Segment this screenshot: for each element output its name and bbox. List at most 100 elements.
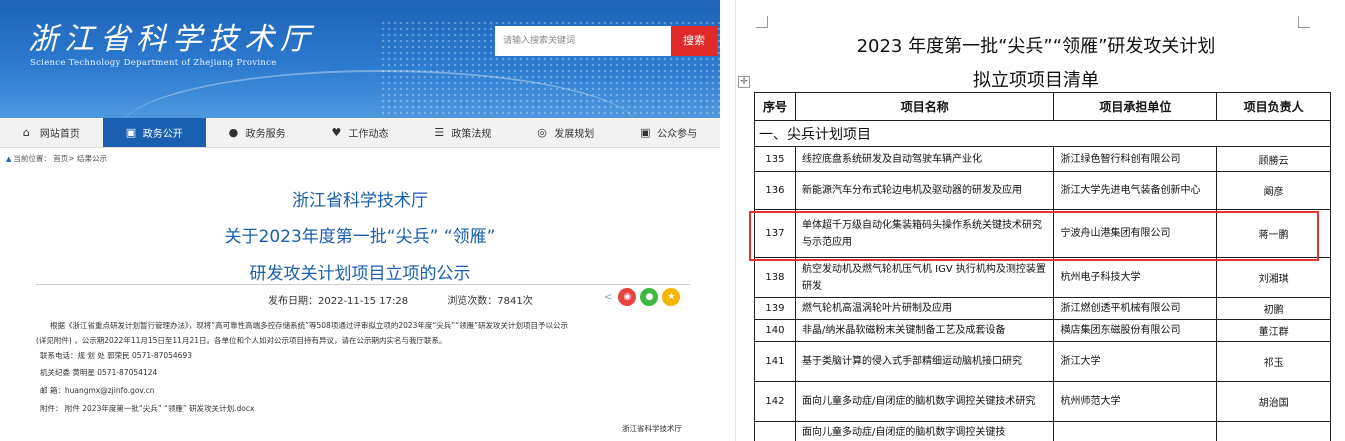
view-count: 浏览次数：7841次	[447, 296, 533, 307]
nav-item-public-participation[interactable]: ▣ 公众参与	[617, 118, 720, 147]
document-title: 2023 年度第一批“尖兵”“领雁”研发攻关计划	[856, 36, 1216, 57]
cell-unit: 杭州师范大学	[1053, 381, 1218, 422]
section-title: 一、尖兵计划项目	[754, 120, 1331, 147]
nav-item-planning[interactable]: ◎ 发展规划	[514, 118, 617, 147]
location-icon: ▲	[6, 155, 12, 163]
contact-phone: 联系电话：规 划 处 郭荣民 0571-87054693	[40, 351, 193, 360]
nav-item-work-news[interactable]: ♥ 工作动态	[309, 118, 412, 147]
article-title-line-1: 关于2023年度第一批“尖兵” “领雁”	[224, 227, 496, 247]
header-num: 序号	[754, 92, 796, 121]
website-panel: 浙江省科学技术厅 Science Technology Department o…	[0, 0, 720, 441]
header-name: 项目名称	[794, 92, 1055, 121]
article-title-org: 浙江省科学技术厅	[292, 191, 428, 211]
main-nav: ⌂ 网站首页 ▣ 政务公开 ● 政务服务 ♥ 工作动态 ☰ 政策法规 ◎ 发展规划 ▣ 公众参…	[0, 118, 720, 148]
cell-unit: 横店集团东磁股份有限公司	[1053, 319, 1218, 342]
table-row: 136 新能源汽车分布式轮边电机及驱动器的研发及应用 浙江大学先进电气装备创新中…	[754, 171, 1331, 210]
document-subtitle: 拟立项项目清单	[973, 70, 1099, 91]
cell-name: 新能源汽车分布式轮边电机及驱动器的研发及应用	[794, 171, 1055, 210]
document-icon: ▣	[125, 126, 137, 139]
people-icon: ▣	[640, 126, 651, 139]
weibo-icon[interactable]: ◉	[618, 288, 637, 306]
home-icon: ⌂	[22, 126, 30, 139]
site-logo[interactable]: 浙江省科学技术厅	[28, 14, 316, 58]
document-panel: ✛ 2023 年度第一批“尖兵”“领雁”研发攻关计划 拟立项项目清单 序号 项目…	[735, 0, 1345, 441]
article-title-line-2: 研发攻关计划项目立项的公示	[249, 264, 471, 284]
nav-item-policies[interactable]: ☰ 政策法规	[411, 118, 514, 147]
nav-label: 政务服务	[245, 129, 286, 140]
cell-num: 142	[754, 381, 796, 422]
cell-num: 138	[754, 257, 796, 298]
cell-unit: 浙江大学	[1053, 341, 1218, 382]
contact-discipline: 机关纪委 黄明星 0571-87054124	[40, 368, 158, 377]
cell-num: 137	[754, 209, 796, 258]
site-logo-english: Science Technology Department of Zhejian…	[30, 58, 277, 68]
site-banner: 浙江省科学技术厅 Science Technology Department o…	[0, 0, 720, 118]
cell-lead: 董江群	[1216, 319, 1331, 342]
cell-lead: 阚彦	[1216, 171, 1331, 210]
cell-num: 136	[754, 171, 796, 210]
table-row: 140 非晶/纳米晶软磁粉末关键制备工艺及成套设备 横店集团东磁股份有限公司 董…	[754, 319, 1331, 342]
cell-lead: 胡治国	[1216, 381, 1331, 422]
share-icon[interactable]: <	[604, 292, 612, 303]
divider	[36, 284, 690, 285]
body-paragraph: 根据《浙江省重点研发计划暂行管理办法》，现将“高可靠性高端多控存储系统”等508…	[50, 321, 568, 330]
contact-email: 邮 箱：huangmx@zjinfo.gov.cn	[40, 386, 155, 395]
publish-date: 发布日期：2022-11-15 17:28	[268, 296, 409, 307]
article-body: 根据《浙江省重点研发计划暂行管理办法》，现将“高可靠性高端多控存储系统”等508…	[36, 318, 696, 348]
cell-name: 单体超千万级自动化集装箱码头操作系统关键技术研究与示范应用	[794, 209, 1055, 258]
nav-item-gov-affairs-open[interactable]: ▣ 政务公开	[102, 118, 206, 147]
table-row: 142 面向儿童多动症/自闭症的脑机数字调控关键技术研究 杭州师范大学 胡治国	[754, 381, 1331, 422]
project-table: 序号 项目名称 项目承担单位 项目负责人 一、尖兵计划项目 135 线控底盘系统…	[754, 92, 1331, 441]
cell-name: 燃气轮机高温涡轮叶片研制及应用	[794, 297, 1055, 320]
cell-unit: 浙江绿色智行科创有限公司	[1053, 146, 1218, 172]
breadcrumb: ▲ 当前位置： 首页> 结果公示	[6, 153, 107, 164]
cell-lead: 蒋一鹏	[1216, 209, 1331, 258]
cell-unit: 浙江燃创透平机械有限公司	[1053, 297, 1218, 320]
cell-unit: 宁波舟山港集团有限公司	[1053, 209, 1218, 258]
nav-label: 工作动态	[348, 129, 389, 140]
cell-unit: 浙江大学先进电气装备创新中心	[1053, 171, 1218, 210]
cell-lead: 顾勝云	[1216, 146, 1331, 172]
cell-name: 非晶/纳米晶软磁粉末关键制备工艺及成套设备	[794, 319, 1055, 342]
search-input[interactable]: 请输入搜索关键词	[495, 26, 671, 56]
cell-name: 航空发动机及燃气轮机压气机 IGV 执行机构及测控装置研发	[794, 257, 1055, 298]
cell-name: 面向儿童多动症/自闭症的脑机数字调控关键技术研究	[794, 381, 1055, 422]
qzone-icon[interactable]: ★	[662, 288, 681, 306]
article-meta: 发布日期：2022-11-15 17:28 浏览次数：7841次	[268, 292, 569, 307]
nav-item-gov-services[interactable]: ● 政务服务	[206, 118, 309, 147]
wechat-icon[interactable]: ●	[640, 288, 659, 306]
cell-lead: 祁玉	[1216, 341, 1331, 382]
nav-label: 政务公开	[142, 129, 183, 140]
cell-lead: 初鹏	[1216, 297, 1331, 320]
cell-num: 141	[754, 341, 796, 382]
page-corner-mark	[756, 16, 768, 28]
signature-org: 浙江省科学技术厅	[622, 424, 682, 433]
cell-unit: 杭州电子科技大学	[1053, 257, 1218, 298]
table-row: 139 燃气轮机高温涡轮叶片研制及应用 浙江燃创透平机械有限公司 初鹏	[754, 297, 1331, 320]
section-row: 一、尖兵计划项目	[754, 120, 1331, 147]
cell-name: 面向儿童多动症/自闭症的脑机数字调控关键技	[794, 421, 1055, 441]
header-lead: 项目负责人	[1216, 92, 1331, 121]
attachment-link[interactable]: 附件： 附件 2023年度第一批“尖兵” “领雁” 研发攻关计划.docx	[40, 403, 254, 414]
cell-name: 线控底盘系统研发及自动驾驶车辆产业化	[794, 146, 1055, 172]
share-bar: < ◉ ● ★	[604, 288, 681, 306]
table-row: 138 航空发动机及燃气轮机压气机 IGV 执行机构及测控装置研发 杭州电子科技…	[754, 257, 1331, 298]
page-corner-mark	[1298, 16, 1310, 28]
cell-unit	[1053, 421, 1218, 441]
nav-label: 公众参与	[657, 129, 698, 140]
table-row: 面向儿童多动症/自闭症的脑机数字调控关键技	[754, 421, 1331, 441]
cell-lead: 刘湘琪	[1216, 257, 1331, 298]
nav-item-home[interactable]: ⌂ 网站首页	[0, 118, 103, 147]
header-unit: 项目承担单位	[1053, 92, 1218, 121]
body-paragraph-continued: (详见附件) ，公示期2022年11月15日至11月21日。各单位和个人如对公示…	[36, 336, 447, 345]
chat-icon: ●	[228, 126, 239, 139]
search-button[interactable]: 搜索	[671, 26, 717, 56]
nav-label: 发展规划	[554, 129, 595, 140]
cell-name: 基于类脑计算的侵入式手部精细运动脑机接口研究	[794, 341, 1055, 382]
nav-label: 网站首页	[39, 129, 80, 140]
cell-num	[754, 421, 796, 441]
breadcrumb-text[interactable]: 当前位置： 首页> 结果公示	[13, 154, 107, 163]
table-row: 135 线控底盘系统研发及自动驾驶车辆产业化 浙江绿色智行科创有限公司 顾勝云	[754, 146, 1331, 172]
table-row: 137 单体超千万级自动化集装箱码头操作系统关键技术研究与示范应用 宁波舟山港集…	[754, 209, 1331, 258]
list-icon: ☰	[434, 126, 445, 139]
